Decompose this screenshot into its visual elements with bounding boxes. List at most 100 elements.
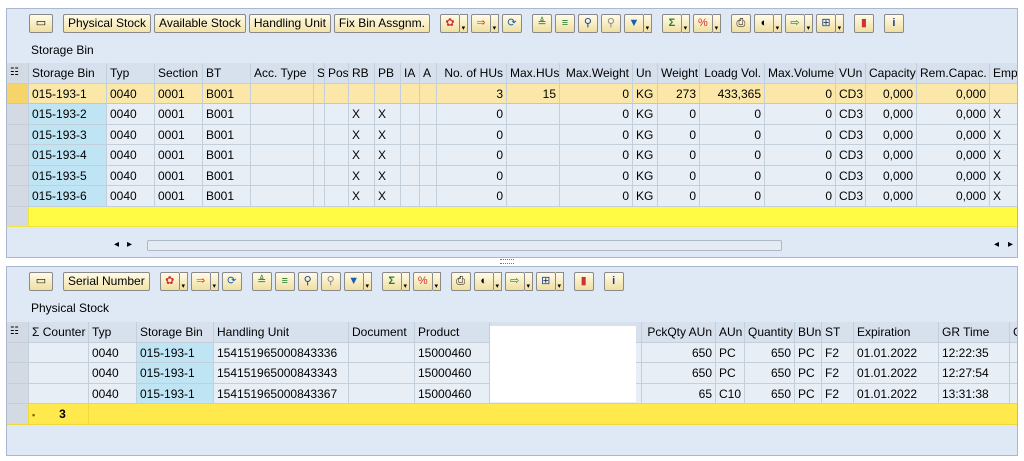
dropdown-icon[interactable]: ▾ bbox=[773, 13, 782, 33]
layout-grid-icon[interactable]: ⊞ bbox=[535, 271, 556, 291]
column-header[interactable]: Capacity bbox=[866, 63, 917, 84]
column-header[interactable]: Un bbox=[633, 63, 658, 84]
column-header[interactable]: RB bbox=[349, 63, 375, 84]
info-icon[interactable]: i bbox=[603, 271, 624, 291]
sort-ascending-icon[interactable]: ≜ bbox=[251, 271, 272, 291]
column-header[interactable]: Document bbox=[349, 322, 415, 343]
row-selector[interactable] bbox=[7, 186, 29, 207]
views-icon[interactable]: ◐ bbox=[473, 271, 494, 291]
layout-icon[interactable]: ▭ bbox=[29, 271, 53, 291]
dropdown-icon[interactable]: ▾ bbox=[555, 271, 564, 291]
column-header[interactable]: AUn bbox=[716, 322, 745, 343]
handling-unit-button[interactable]: Handling Unit bbox=[248, 13, 331, 33]
column-header[interactable]: G bbox=[1010, 322, 1017, 343]
row-selector[interactable] bbox=[7, 145, 29, 166]
export-icon[interactable]: ⇨ bbox=[784, 13, 805, 33]
table-row[interactable]: 015-193-4 0040 0001 B001 X X 0 0 KG 0 0 0 CD3 0,000 0,… bbox=[7, 145, 1017, 166]
fix-bin-assignment-button[interactable]: Fix Bin Assgnm. bbox=[333, 13, 430, 33]
dropdown-icon[interactable]: ▾ bbox=[363, 271, 372, 291]
layout-grid-icon[interactable]: ⊞ bbox=[815, 13, 836, 33]
find-icon[interactable]: ⚲ bbox=[577, 13, 598, 33]
physical-stock-button[interactable]: Physical Stock bbox=[63, 13, 152, 33]
column-header[interactable]: Quantity bbox=[745, 322, 795, 343]
row-selector[interactable] bbox=[7, 104, 29, 125]
column-header[interactable]: A bbox=[420, 63, 437, 84]
column-header[interactable]: Empt bbox=[990, 63, 1017, 84]
column-header[interactable]: S bbox=[314, 63, 325, 84]
graphic-icon[interactable]: ▮ bbox=[853, 13, 874, 33]
table-row[interactable]: 015-193-5 0040 0001 B001 X X 0 0 KG 0 0 0 CD3 0,000 0,… bbox=[7, 165, 1017, 186]
settings-icon[interactable]: ✿ bbox=[159, 271, 180, 291]
table-row[interactable]: 015-193-6 0040 0001 B001 X X 0 0 KG 0 0 0 CD3 0,000 0,… bbox=[7, 186, 1017, 207]
dropdown-icon[interactable]: ▾ bbox=[490, 13, 499, 33]
column-header[interactable]: Pos bbox=[325, 63, 349, 84]
dropdown-icon[interactable]: ▾ bbox=[804, 13, 813, 33]
row-selector[interactable] bbox=[7, 165, 29, 186]
column-header[interactable]: PB bbox=[375, 63, 401, 84]
column-header[interactable]: VUn bbox=[836, 63, 866, 84]
dropdown-icon[interactable]: ▾ bbox=[835, 13, 844, 33]
scroll-left-icon[interactable]: ◂ bbox=[994, 239, 999, 250]
column-header[interactable]: PckQty AUn bbox=[642, 322, 716, 343]
scroll-right-icon[interactable]: ▸ bbox=[1008, 239, 1013, 250]
column-header[interactable]: Σ Counter bbox=[29, 322, 89, 343]
column-header[interactable]: Weight bbox=[658, 63, 700, 84]
column-header[interactable]: No. of HUs bbox=[437, 63, 507, 84]
dropdown-icon[interactable]: ▾ bbox=[432, 271, 441, 291]
dropdown-icon[interactable]: ▾ bbox=[643, 13, 652, 33]
column-header[interactable]: Max.Weight bbox=[560, 63, 633, 84]
table-row[interactable]: 015-193-1 0040 0001 B001 3 15 0 KG 273 433,365 0 CD… bbox=[7, 83, 1017, 104]
column-header[interactable]: Handling Unit bbox=[214, 322, 349, 343]
sort-descending-icon[interactable]: ≡ bbox=[274, 271, 295, 291]
column-header[interactable]: Acc. Type bbox=[251, 63, 314, 84]
column-header[interactable]: BT bbox=[203, 63, 251, 84]
dropdown-icon[interactable]: ▾ bbox=[524, 271, 533, 291]
dropdown-icon[interactable]: ▾ bbox=[681, 13, 690, 33]
find-icon[interactable]: ⚲ bbox=[297, 271, 318, 291]
serial-number-button[interactable]: Serial Number bbox=[63, 271, 150, 291]
column-header[interactable]: GR Time bbox=[939, 322, 1010, 343]
dropdown-icon[interactable]: ▾ bbox=[179, 271, 188, 291]
column-header[interactable]: Loadg Vol. bbox=[700, 63, 765, 84]
scrollbar-thumb[interactable] bbox=[147, 240, 782, 251]
column-header[interactable]: BUn bbox=[795, 322, 822, 343]
layout-menu-icon[interactable]: ☷ bbox=[7, 322, 29, 343]
dropdown-icon[interactable]: ▾ bbox=[401, 271, 410, 291]
column-header[interactable]: Storage Bin bbox=[29, 63, 107, 84]
horizontal-scrollbar[interactable]: ◂ ▸ ◂ ▸ bbox=[7, 234, 1017, 256]
row-selector[interactable] bbox=[7, 83, 29, 104]
filter-icon[interactable]: ▼ bbox=[343, 271, 364, 291]
graphic-icon[interactable]: ▮ bbox=[573, 271, 594, 291]
navigate-icon[interactable]: ⇒ bbox=[190, 271, 211, 291]
subtotal-icon[interactable]: % bbox=[692, 13, 713, 33]
filter-icon[interactable]: ▼ bbox=[623, 13, 644, 33]
layout-icon[interactable]: ▭ bbox=[29, 13, 53, 33]
find-next-icon[interactable]: ⚲ bbox=[320, 271, 341, 291]
dropdown-icon[interactable]: ▾ bbox=[459, 13, 468, 33]
sort-ascending-icon[interactable]: ≜ bbox=[531, 13, 552, 33]
column-header[interactable]: ST bbox=[822, 322, 854, 343]
column-header[interactable]: Expiration bbox=[854, 322, 939, 343]
row-selector[interactable] bbox=[7, 383, 29, 404]
info-icon[interactable]: i bbox=[883, 13, 904, 33]
column-header[interactable]: Section bbox=[155, 63, 203, 84]
sort-descending-icon[interactable]: ≡ bbox=[554, 13, 575, 33]
print-icon[interactable]: ⎙ bbox=[730, 13, 751, 33]
scroll-right-icon[interactable]: ▸ bbox=[127, 239, 132, 250]
column-header[interactable]: Max.HUs bbox=[507, 63, 560, 84]
settings-icon[interactable]: ✿ bbox=[439, 13, 460, 33]
sum-icon[interactable]: Σ bbox=[381, 271, 402, 291]
refresh-icon[interactable]: ⟳ bbox=[221, 271, 242, 291]
sum-icon[interactable]: Σ bbox=[661, 13, 682, 33]
export-icon[interactable]: ⇨ bbox=[504, 271, 525, 291]
scroll-left-icon[interactable]: ◂ bbox=[114, 239, 119, 250]
splitter-handle[interactable] bbox=[500, 259, 514, 264]
row-selector[interactable] bbox=[7, 124, 29, 145]
print-icon[interactable]: ⎙ bbox=[450, 271, 471, 291]
views-icon[interactable]: ◐ bbox=[753, 13, 774, 33]
table-row[interactable]: 015-193-3 0040 0001 B001 X X 0 0 KG 0 0 0 CD3 0,000 0,… bbox=[7, 124, 1017, 145]
subtotal-icon[interactable]: % bbox=[412, 271, 433, 291]
row-selector[interactable] bbox=[7, 363, 29, 384]
layout-menu-icon[interactable]: ☷ bbox=[7, 63, 29, 84]
column-header[interactable]: IA bbox=[401, 63, 420, 84]
